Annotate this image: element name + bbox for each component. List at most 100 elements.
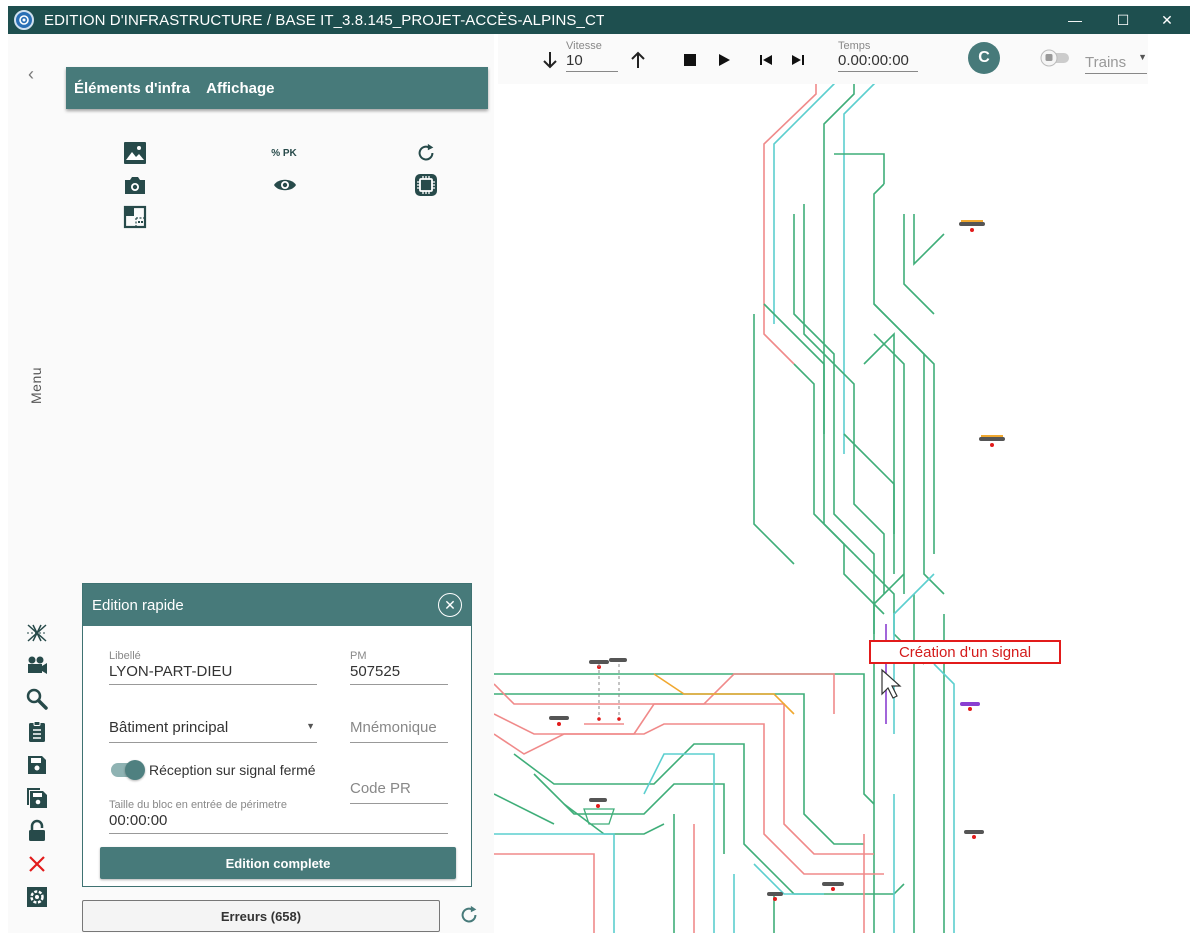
toggle-switch[interactable] — [111, 760, 145, 780]
simulation-toolbar: Vitesse 10 Temps 0.00:00:00 C Trains ▼ — [498, 34, 1148, 84]
visibility-button[interactable] — [272, 172, 298, 198]
libelle-label: Libellé — [109, 650, 141, 662]
lock-icon — [29, 819, 45, 841]
train-toggle-icon — [1040, 49, 1069, 67]
dropdown-arrow-icon: ▼ — [306, 721, 315, 731]
image-icon — [124, 142, 146, 164]
app-window: EDITION D'INFRASTRUCTURE / BASE IT_3.8.1… — [8, 6, 1190, 933]
taille-field[interactable]: Taille du bloc en entrée de périmetre 00… — [109, 799, 448, 834]
search-button[interactable] — [24, 686, 50, 712]
step-back-button[interactable] — [756, 50, 776, 70]
user-avatar[interactable]: C — [968, 42, 1000, 74]
gear-icon — [27, 887, 47, 907]
dropdown-arrow-icon: ▼ — [1138, 52, 1147, 62]
chevron-left-icon: ‹ — [28, 64, 34, 84]
minimize-icon: — — [1068, 12, 1082, 28]
quick-edit-panel: Edition rapide ✕ Libellé LYON-PART-DIEU … — [82, 583, 472, 887]
mnemonique-placeholder: Mnémonique — [350, 719, 448, 743]
chip-button[interactable] — [413, 172, 439, 198]
unlock-button[interactable] — [24, 818, 50, 844]
skip-next-icon — [792, 55, 804, 65]
track-diagram[interactable] — [494, 34, 1190, 933]
create-signal-tooltip: Création d'un signal — [869, 640, 1061, 664]
toggle-knob — [125, 760, 145, 780]
refresh-errors-button[interactable] — [458, 904, 482, 928]
layout-icon — [123, 205, 147, 229]
pm-field[interactable]: PM 507525 — [350, 650, 448, 685]
tab-elements-infra[interactable]: Éléments d'infra — [74, 80, 190, 97]
delete-button[interactable] — [24, 851, 50, 877]
refresh-display-button[interactable] — [413, 140, 439, 166]
save-button[interactable] — [24, 752, 50, 778]
tab-affichage[interactable]: Affichage — [206, 80, 274, 97]
play-icon — [719, 54, 730, 66]
arrow-up-icon — [631, 51, 645, 68]
chip-icon — [415, 174, 437, 196]
play-button[interactable] — [714, 50, 734, 70]
libelle-field[interactable]: Libellé LYON-PART-DIEU — [109, 650, 317, 685]
temps-label: Temps — [838, 40, 871, 52]
libelle-input[interactable]: LYON-PART-DIEU — [109, 663, 317, 685]
vitesse-label: Vitesse — [566, 40, 602, 52]
skip-previous-icon — [760, 55, 772, 65]
settings-button[interactable] — [24, 884, 50, 910]
video-button[interactable] — [24, 653, 50, 679]
taille-label: Taille du bloc en entrée de périmetre — [109, 799, 287, 811]
mnemonique-field[interactable]: Mnémonique — [350, 719, 448, 743]
stop-icon — [684, 54, 696, 66]
building-select[interactable]: Bâtiment principal ▼ — [109, 719, 317, 743]
pm-input[interactable]: 507525 — [350, 663, 448, 685]
stop-button[interactable] — [680, 50, 700, 70]
pm-label: PM — [350, 650, 367, 662]
trains-toggle[interactable] — [1038, 48, 1072, 68]
temps-field[interactable]: Temps 0.00:00:00 — [838, 40, 918, 72]
taille-input[interactable]: 00:00:00 — [109, 812, 448, 834]
arrow-down-icon — [543, 52, 557, 69]
film-camera-icon — [28, 656, 47, 674]
image-button[interactable] — [122, 140, 148, 166]
tracks-icon — [27, 624, 47, 642]
trains-select[interactable]: Trains ▼ — [1085, 52, 1147, 74]
close-window-button[interactable]: ✕ — [1144, 6, 1190, 34]
step-forward-button[interactable] — [788, 50, 808, 70]
close-red-icon — [29, 856, 45, 872]
close-circle-icon: ✕ — [444, 596, 456, 613]
refresh-icon — [418, 143, 434, 161]
temps-input[interactable]: 0.00:00:00 — [838, 52, 918, 72]
clipboard-button[interactable] — [24, 719, 50, 745]
speed-down-button[interactable] — [538, 48, 562, 72]
percent-pk-button[interactable]: % PK — [264, 140, 304, 166]
vitesse-input[interactable]: 10 — [566, 52, 618, 72]
speed-up-button[interactable] — [626, 48, 650, 72]
quick-edit-title: Edition rapide — [92, 596, 184, 614]
menu-label[interactable]: Menu — [28, 367, 44, 404]
reception-label: Réception sur signal fermé — [149, 762, 316, 778]
trains-label: Trains — [1085, 54, 1127, 71]
building-value: Bâtiment principal — [109, 719, 229, 736]
maximize-button[interactable]: ☐ — [1100, 6, 1146, 34]
quick-edit-close-button[interactable]: ✕ — [438, 593, 462, 617]
layout-button[interactable] — [122, 204, 148, 230]
title-bar: EDITION D'INFRASTRUCTURE / BASE IT_3.8.1… — [8, 6, 1190, 34]
window-title: EDITION D'INFRASTRUCTURE / BASE IT_3.8.1… — [44, 11, 604, 29]
app-logo-icon — [14, 10, 34, 30]
save-icon — [28, 756, 46, 774]
search-icon — [26, 688, 48, 710]
errors-button[interactable]: Erreurs (658) — [82, 900, 440, 932]
minimize-button[interactable]: — — [1052, 6, 1098, 34]
maximize-icon: ☐ — [1116, 11, 1130, 28]
edition-complete-button[interactable]: Edition complete — [100, 847, 456, 879]
mouse-cursor-icon — [881, 668, 902, 699]
camera-button[interactable] — [122, 172, 148, 198]
rail-toolbar — [24, 620, 50, 917]
track-tool-button[interactable] — [24, 620, 50, 646]
save-as-icon — [27, 788, 47, 808]
eye-icon — [274, 179, 296, 191]
panel-tabs: Éléments d'infra Affichage — [66, 67, 488, 109]
vitesse-field[interactable]: Vitesse 10 — [566, 40, 618, 72]
reception-toggle[interactable]: Réception sur signal fermé — [111, 760, 316, 780]
collapse-panel-button[interactable]: ‹ — [28, 64, 34, 85]
infrastructure-map[interactable] — [494, 34, 1190, 933]
save-as-button[interactable] — [24, 785, 50, 811]
refresh-icon — [461, 905, 477, 923]
